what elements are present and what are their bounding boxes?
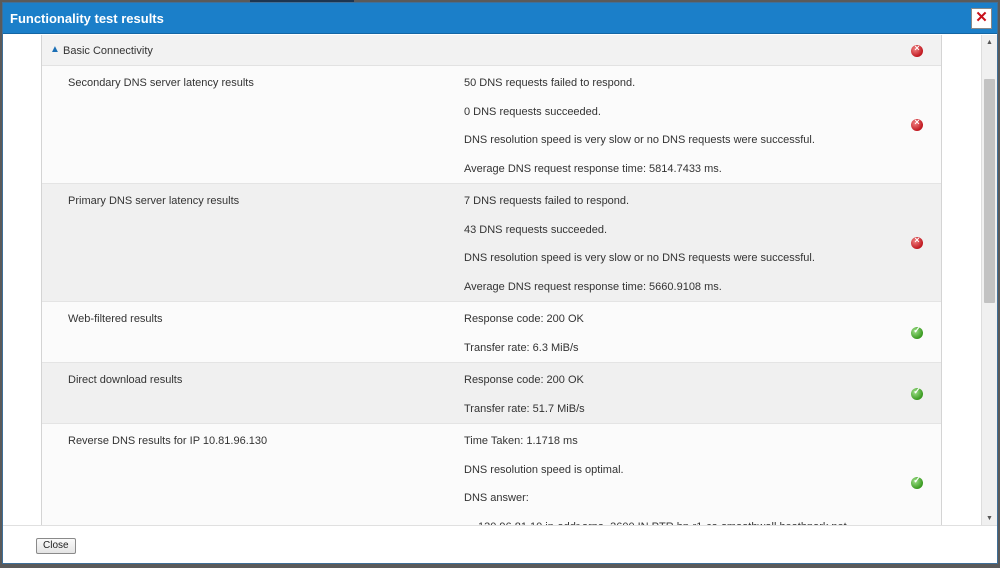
close-button[interactable]: Close: [36, 538, 76, 554]
result-row: Primary DNS server latency results 7 DNS …: [42, 184, 941, 302]
detail-line: DNS resolution speed is optimal.: [464, 463, 624, 476]
detail-line: Response code: 200 OK: [464, 313, 584, 325]
detail-line: DNS answer:: [464, 492, 529, 504]
result-row: Web-filtered results Response code: 200 O…: [42, 302, 941, 363]
error-icon: ×: [911, 235, 923, 249]
close-icon[interactable]: ✕: [971, 8, 992, 29]
result-row-label: Direct download results: [68, 374, 183, 386]
error-icon: ×: [911, 117, 923, 131]
dialog-footer: Close: [3, 525, 997, 563]
result-row-label: Primary DNS server latency results: [68, 195, 240, 207]
dialog-title: Functionality test results: [10, 11, 164, 26]
detail-line: 0 DNS requests succeeded.: [464, 105, 601, 118]
detail-line: DNS resolution speed is very slow or no …: [464, 134, 815, 146]
results-panel: ▲ Basic Connectivity × Secondary DNS ser…: [41, 35, 942, 525]
results-scroll-area[interactable]: ▲ Basic Connectivity × Secondary DNS ser…: [3, 35, 997, 525]
success-icon: ✓: [911, 325, 923, 339]
result-row-details: 50 DNS requests failed to respond. 0 DNS …: [464, 77, 884, 191]
dialog-titlebar: Functionality test results ✕: [3, 3, 997, 34]
detail-line: 50 DNS requests failed to respond.: [464, 77, 636, 89]
result-row-label: Reverse DNS results for IP 10.81.96.130: [68, 435, 268, 447]
results-list: Secondary DNS server latency results 50 D…: [42, 66, 941, 525]
detail-line: Time Taken: 1.1718 ms: [464, 435, 578, 447]
detail-line: Response code: 200 OK: [464, 374, 584, 386]
error-icon: ×: [911, 43, 923, 57]
result-row-details: Time Taken: 1.1718 ms DNS resolution spee…: [464, 435, 884, 525]
detail-line: 43 DNS requests succeeded.: [464, 223, 608, 236]
result-row-label: Web-filtered results: [68, 313, 163, 325]
result-row: Reverse DNS results for IP 10.81.96.130 T…: [42, 424, 941, 525]
result-row: Secondary DNS server latency results 50 D…: [42, 66, 941, 184]
chevron-up-icon[interactable]: ▲: [50, 44, 60, 55]
result-row-details: Response code: 200 OK Transfer rate: 51.7…: [464, 374, 884, 431]
result-row-details: 7 DNS requests failed to respond. 43 DNS …: [464, 195, 884, 309]
detail-line: DNS resolution speed is very slow or no …: [464, 252, 815, 264]
scroll-up-icon[interactable]: ▲: [986, 39, 993, 46]
functionality-test-dialog: Functionality test results ✕ ▲ Basic Con…: [2, 2, 998, 564]
result-row-label: Secondary DNS server latency results: [68, 77, 254, 89]
detail-line: 7 DNS requests failed to respond.: [464, 195, 630, 207]
success-icon: ✓: [911, 475, 923, 489]
scrollbar-thumb[interactable]: [984, 79, 995, 303]
result-row: Direct download results Response code: 20…: [42, 363, 941, 424]
vertical-scrollbar[interactable]: ▲ ▼: [981, 35, 997, 525]
result-row-details: Response code: 200 OK Transfer rate: 6.3 …: [464, 313, 884, 370]
section-header-basic-connectivity[interactable]: ▲ Basic Connectivity ×: [42, 35, 941, 66]
success-icon: ✓: [911, 386, 923, 400]
section-title: Basic Connectivity: [63, 45, 153, 57]
scroll-down-icon[interactable]: ▼: [986, 515, 993, 522]
